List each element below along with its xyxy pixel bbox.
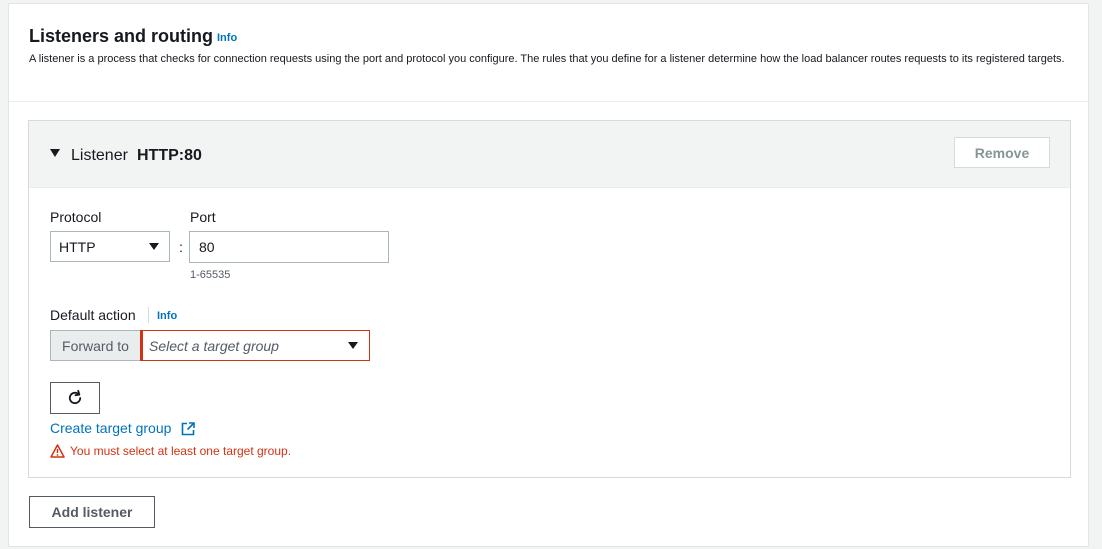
- error-message: You must select at least one target grou…: [70, 444, 292, 458]
- caret-down-icon[interactable]: [50, 149, 60, 157]
- target-group-select[interactable]: Select a target group: [140, 330, 370, 361]
- port-input-value: 80: [199, 239, 215, 255]
- external-link-icon[interactable]: [181, 422, 195, 436]
- protocol-select-value: HTTP: [59, 238, 96, 255]
- refresh-button[interactable]: [50, 382, 100, 414]
- default-action-info-link[interactable]: Info: [157, 310, 177, 322]
- listener-header[interactable]: Listener HTTP:80 Remove: [29, 121, 1070, 188]
- port-hint: 1-65535: [190, 269, 231, 281]
- warning-icon: [50, 444, 65, 458]
- validation-error: You must select at least one target grou…: [50, 444, 291, 458]
- section-title: Listeners and routing: [29, 26, 214, 46]
- listener-label: Listener: [71, 147, 128, 164]
- refresh-icon: [68, 389, 82, 405]
- add-listener-button[interactable]: Add listener: [29, 496, 155, 528]
- protocol-label: Protocol: [50, 209, 102, 225]
- port-label: Port: [190, 209, 216, 225]
- listeners-routing-panel: Listeners and routing Info A listener is…: [8, 3, 1089, 547]
- default-action-divider: [148, 307, 149, 323]
- forward-to-addon: Forward to: [50, 330, 140, 361]
- listener-container: Listener HTTP:80 Remove Protocol Port HT…: [28, 120, 1071, 478]
- chevron-down-icon: [149, 243, 159, 250]
- port-input[interactable]: 80: [189, 231, 389, 263]
- create-target-group-link[interactable]: Create target group: [50, 420, 171, 436]
- default-action-label: Default action: [50, 307, 136, 323]
- remove-button[interactable]: Remove: [954, 137, 1050, 168]
- panel-header: Listeners and routing Info A listener is…: [9, 4, 1088, 102]
- section-info-link[interactable]: Info: [217, 32, 237, 44]
- protocol-select[interactable]: HTTP: [50, 231, 170, 262]
- chevron-down-icon: [348, 342, 358, 349]
- protocol-port-separator: :: [179, 239, 183, 255]
- target-group-placeholder: Select a target group: [149, 337, 279, 354]
- listener-name: HTTP:80: [137, 147, 202, 164]
- section-description: A listener is a process that checks for …: [29, 53, 1065, 65]
